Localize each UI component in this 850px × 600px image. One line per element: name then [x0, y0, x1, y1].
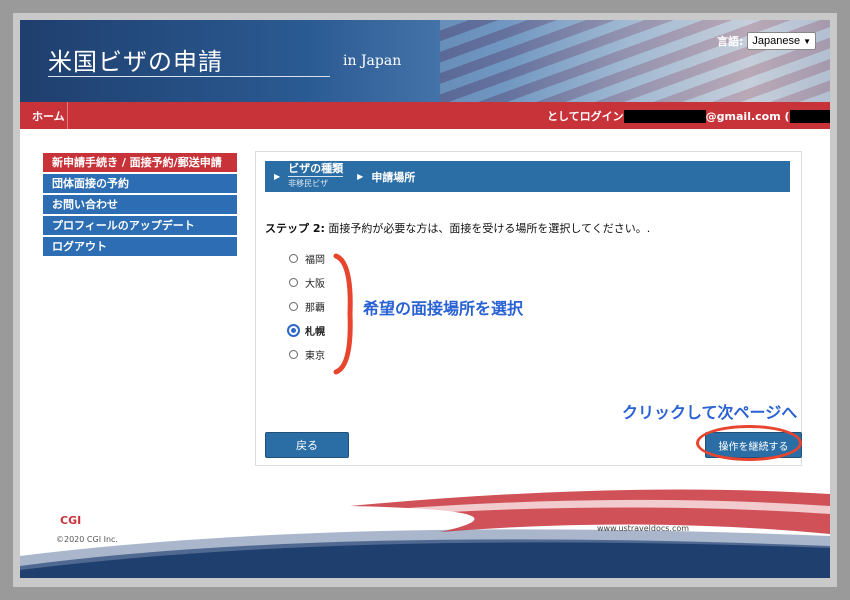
option-label: 札幌: [305, 326, 325, 338]
radio-button[interactable]: [289, 277, 298, 287]
breadcrumb-step1-sub: 非移民ビザ: [288, 176, 344, 190]
location-option-fukuoka[interactable]: 福岡: [289, 246, 325, 270]
footer-url[interactable]: www.ustraveldocs.com: [597, 524, 689, 533]
login-prefix: としてログイン: [547, 110, 624, 123]
footer-wave-graphic: [20, 489, 830, 578]
option-label: 大阪: [305, 278, 325, 290]
cgi-logo: CGI: [60, 514, 82, 527]
location-option-naha[interactable]: 那覇: [289, 294, 325, 318]
annotation-bracket: [333, 253, 353, 375]
option-label: 那覇: [305, 302, 325, 314]
sidebar-item-contact[interactable]: お問い合わせ: [43, 195, 237, 214]
sidebar-item-logout[interactable]: ログアウト: [43, 237, 237, 256]
annotation-click-next: クリックして次ページへ: [622, 403, 798, 422]
option-label: 福岡: [305, 254, 325, 266]
language-select[interactable]: Japanese ▼: [747, 32, 817, 50]
login-email-suffix: @gmail.com (: [705, 109, 790, 123]
breadcrumb: ▶ ビザの種類 非移民ビザ ▶ 申請場所: [265, 161, 790, 192]
location-option-sapporo[interactable]: 札幌: [287, 318, 325, 342]
site-title: 米国ビザの申請: [48, 48, 223, 76]
language-selector-area: 言語: Japanese ▼: [717, 32, 817, 50]
location-options: 福岡 大阪 那覇 札幌 東京: [287, 246, 325, 366]
breadcrumb-step1-label: ビザの種類: [288, 162, 344, 175]
back-button[interactable]: 戻る: [265, 432, 349, 458]
annotation-ellipse: [696, 425, 802, 461]
location-option-osaka[interactable]: 大阪: [289, 270, 325, 294]
redacted-name: [789, 109, 830, 123]
step-text: 面接予約が必要な方は、面接を受ける場所を選択してください。.: [324, 222, 651, 235]
step-label: ステップ 2:: [265, 222, 325, 235]
redacted-email: [623, 109, 706, 123]
site-footer: CGI ©2020 CGI Inc. www.ustraveldocs.com: [20, 486, 830, 578]
chevron-down-icon: ▼: [803, 36, 812, 46]
radio-button-selected[interactable]: [287, 323, 300, 337]
radio-button[interactable]: [289, 301, 298, 311]
option-label: 東京: [305, 350, 325, 362]
site-header: 米国ビザの申請 in Japan 言語: Japanese ▼: [20, 20, 830, 102]
sidebar-item-new-application[interactable]: 新申請手続き / 面接予約/郵送申請: [43, 153, 237, 172]
radio-button[interactable]: [289, 349, 298, 359]
site-subtitle: in Japan: [343, 53, 402, 69]
copyright-text: ©2020 CGI Inc.: [56, 535, 118, 544]
caret-right-icon: ▶: [274, 172, 281, 181]
sidebar-item-update-profile[interactable]: プロフィールのアップデート: [43, 216, 237, 235]
breadcrumb-step-visa-type[interactable]: ビザの種類 非移民ビザ: [288, 162, 344, 190]
radio-button[interactable]: [289, 253, 298, 263]
nav-home-link[interactable]: ホーム: [32, 108, 65, 124]
sidebar-item-group-appointment[interactable]: 団体面接の予約: [43, 174, 237, 193]
step-instruction: ステップ 2: 面接予約が必要な方は、面接を受ける場所を選択してください。.: [265, 220, 650, 236]
sidebar: 新申請手続き / 面接予約/郵送申請 団体面接の予約 お問い合わせ プロフィール…: [43, 153, 237, 258]
nav-bar: ホーム としてログイン @gmail.com ( ): [20, 102, 830, 129]
breadcrumb-step2-label: 申請場所: [371, 170, 416, 184]
language-value: Japanese: [752, 35, 801, 47]
language-label: 言語:: [717, 35, 744, 48]
login-status: としてログイン @gmail.com ( ): [547, 108, 830, 124]
page: 米国ビザの申請 in Japan 言語: Japanese ▼ ホーム としてロ…: [20, 20, 830, 578]
title-underline: [48, 76, 330, 77]
location-option-tokyo[interactable]: 東京: [289, 342, 325, 366]
caret-right-icon: ▶: [357, 172, 364, 181]
nav-divider: [67, 102, 68, 129]
annotation-select-location: 希望の面接場所を選択: [363, 299, 524, 318]
